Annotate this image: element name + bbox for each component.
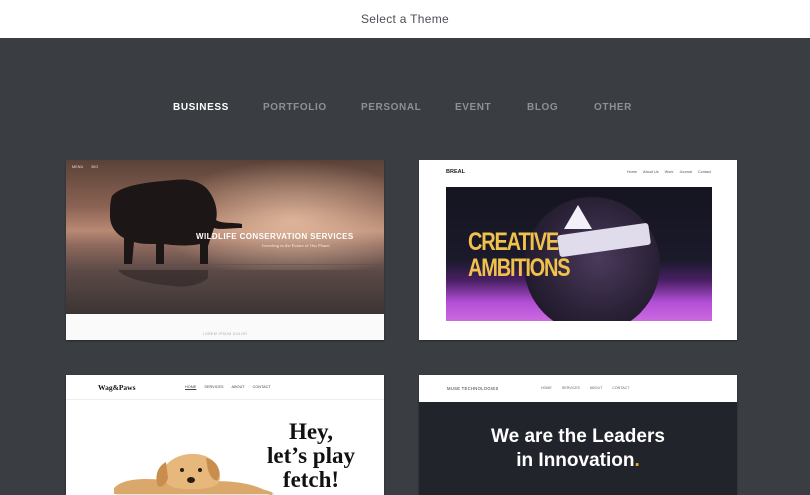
theme-card-wag-paws[interactable]: Wag&Paws HOME SERVICES ABOUT CONTACT Hey… (66, 375, 384, 495)
tab-personal[interactable]: PERSONAL (361, 102, 421, 113)
theme-nav: HOME SERVICES ABOUT CONTACT (185, 385, 271, 389)
theme-headline-text: in Innovation (516, 450, 635, 471)
theme-nav-item: SERVICES (561, 386, 580, 390)
theme-nav-item: About Us (643, 170, 659, 174)
theme-nav-item: ABOUT (589, 386, 603, 390)
theme-card-breal[interactable]: BREAL Home About Us Work Journal Contact… (419, 160, 737, 340)
theme-headline: CREATIVE AMBITIONS (468, 228, 571, 282)
theme-headline-line: fetch! (282, 467, 340, 492)
top-bar: Select a Theme (0, 0, 810, 38)
theme-footer-text: LOREM IPSUM DOLOR (202, 332, 248, 336)
theme-nav-item: Journal (679, 170, 692, 174)
theme-nav-item: HOME (185, 385, 197, 389)
tab-other[interactable]: OTHER (594, 102, 632, 113)
theme-card-muse[interactable]: MUSE TECHNOLOGIES HOME SERVICES ABOUT CO… (419, 375, 737, 495)
theme-headline-line: Hey, (288, 419, 334, 444)
theme-preview-image: MENU BIO WILDLIFE CONSERVATION SERVICES … (66, 160, 384, 314)
theme-nav: HOME SERVICES ABOUT CONTACT (541, 386, 629, 390)
theme-navbar: MUSE TECHNOLOGIES HOME SERVICES ABOUT CO… (419, 375, 737, 402)
theme-headline-line: We are the Leaders (491, 426, 665, 447)
theme-headline-line: in Innovation. (419, 449, 737, 473)
theme-headline: Hey, let’s play fetch! (266, 420, 356, 492)
theme-headline-line: CREATIVE (468, 228, 559, 256)
theme-nav: Home About Us Work Journal Contact (627, 170, 711, 174)
theme-logo: Wag&Paws (98, 383, 136, 392)
tab-portfolio[interactable]: PORTFOLIO (263, 102, 327, 113)
theme-logo: BREAL (446, 169, 465, 175)
triangle-shape (564, 205, 592, 229)
accent-dot: . (634, 450, 640, 471)
theme-logo: MUSE TECHNOLOGIES (447, 386, 499, 391)
theme-preview-image: CREATIVE AMBITIONS (446, 187, 712, 321)
category-tabs: BUSINESS PORTFOLIO PERSONAL EVENT BLOG O… (0, 102, 810, 116)
theme-nav-item: Work (664, 170, 674, 174)
page-title: Select a Theme (360, 12, 450, 26)
tab-blog[interactable]: BLOG (527, 102, 558, 113)
divider (66, 399, 384, 400)
theme-footer: LOREM IPSUM DOLOR (66, 314, 384, 340)
theme-nav-item: SERVICES (204, 385, 224, 389)
theme-nav-item: ABOUT (231, 385, 245, 389)
theme-headline-line: let’s play (267, 443, 355, 468)
theme-headline: WILDLIFE CONSERVATION SERVICES (196, 232, 354, 241)
tab-event[interactable]: EVENT (455, 102, 491, 113)
theme-nav-item: Contact (697, 170, 711, 174)
theme-nav-item: Home (626, 170, 638, 174)
theme-nav-item: HOME (541, 386, 552, 390)
theme-headline-line: AMBITIONS (468, 254, 571, 282)
tab-business[interactable]: BUSINESS (173, 102, 229, 113)
theme-subheadline: Investing in the Future of Our Planet (262, 243, 330, 248)
theme-headline: We are the Leaders in Innovation. (419, 425, 737, 473)
theme-nav-item: CONTACT (612, 386, 630, 390)
theme-card-wildlife[interactable]: MENU BIO WILDLIFE CONSERVATION SERVICES … (66, 160, 384, 340)
puppy-image (114, 453, 274, 495)
theme-nav-item: CONTACT (252, 385, 271, 389)
